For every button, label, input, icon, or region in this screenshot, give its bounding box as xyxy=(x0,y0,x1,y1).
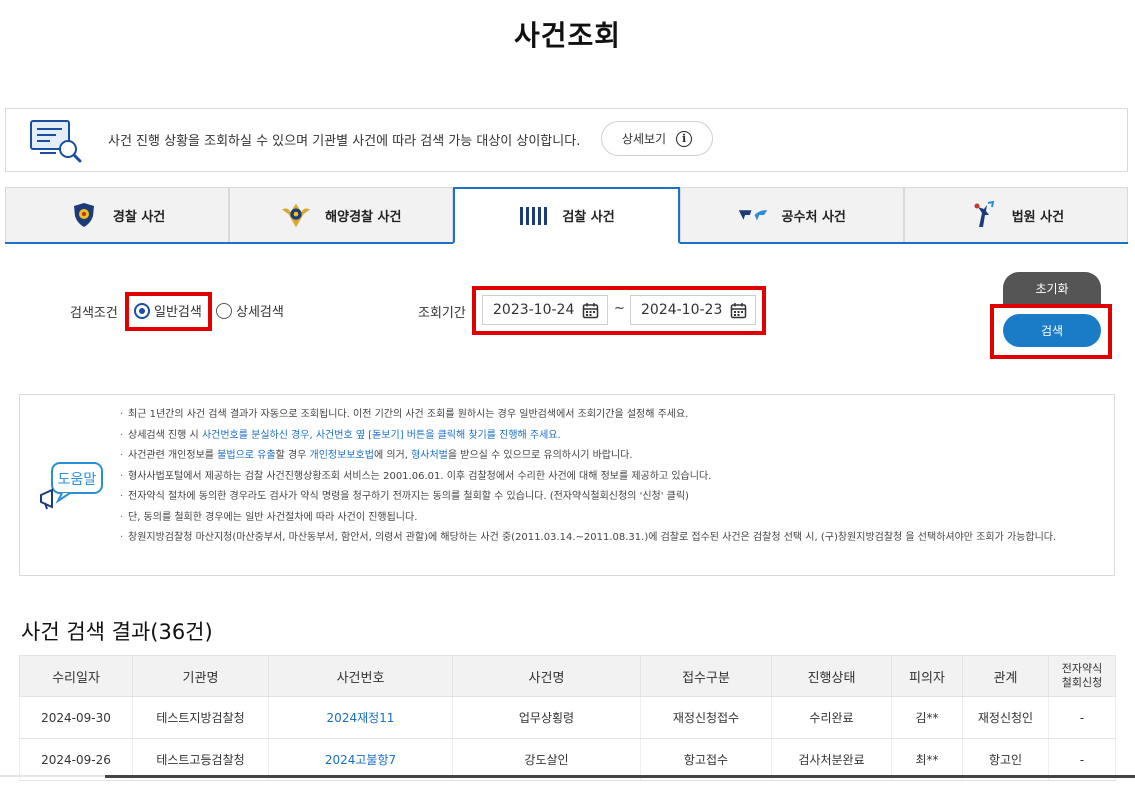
help-link[interactable]: 형사처벌 xyxy=(411,450,448,461)
table-cell: 테스트지방검찰청 xyxy=(132,696,269,739)
help-text: 창원지방검찰청 마산지청(마산중부서, 마산동부서, 함안서, 의령서 관할)에… xyxy=(128,532,1057,543)
column-header: 접수구분 xyxy=(640,655,772,697)
tab-label: 공수처 사건 xyxy=(781,209,846,225)
column-header: 피의자 xyxy=(891,655,963,697)
coast-guard-badge-icon xyxy=(281,200,311,230)
column-header: 사건번호 xyxy=(268,655,453,697)
table-cell: 업무상횡령 xyxy=(452,696,641,739)
info-box: 사건 진행 상황을 조회하실 수 있으며 기관별 사건에 따라 검색 가능 대상… xyxy=(5,108,1128,172)
help-megaphone-icon: 도움말 xyxy=(40,462,103,510)
help-item: 단, 동의를 철회한 경우에는 일반 사건절차에 따라 사건이 진행됩니다. xyxy=(120,511,1100,525)
results-header-row: 수리일자 기관명 사건번호 사건명 접수구분 진행상태 피의자 관계 전자약식 … xyxy=(19,655,1116,697)
help-list: 최근 1년간의 사건 검색 결과가 자동으로 조회됩니다. 이전 기간의 사건 … xyxy=(120,408,1100,552)
help-text: 에 의거, xyxy=(373,450,412,461)
detail-view-label: 상세보기 xyxy=(621,132,667,146)
info-icon: i xyxy=(676,130,693,147)
help-text: 상세검색 진행 시 xyxy=(128,429,202,441)
date-to-value: 2024-10-23 xyxy=(641,302,723,318)
help-icon-label: 도움말 xyxy=(58,472,97,488)
radio-detail-label: 상세검색 xyxy=(236,305,284,320)
table-cell: 재정신청접수 xyxy=(640,696,772,739)
help-text: 최근 1년간의 사건 검색 결과가 자동으로 조회됩니다. 이전 기간의 사건 … xyxy=(128,409,689,420)
table-cell: 수리완료 xyxy=(771,696,892,739)
date-range-tilde: ~ xyxy=(614,301,625,316)
agency-tabs: 경찰 사건 해양경찰 사건 검찰 사건 공수처 사건 법원 사건 xyxy=(5,187,1129,244)
radio-selected-icon[interactable] xyxy=(134,302,150,319)
table-row[interactable]: 2024-09-30 테스트지방검찰청 2024재정11 업무상횡령 재정신청접… xyxy=(19,696,1116,739)
help-link[interactable]: 불법으로 유출 xyxy=(217,450,275,461)
help-box: 도움말 최근 1년간의 사건 검색 결과가 자동으로 조회됩니다. 이전 기간의… xyxy=(19,394,1115,576)
column-header: 수리일자 xyxy=(19,655,133,697)
tab-prosecution[interactable]: 검찰 사건 xyxy=(453,187,680,244)
radio-unselected-icon[interactable] xyxy=(216,302,232,319)
column-header: 전자약식 철회신청 xyxy=(1048,655,1116,697)
search-form: 검색조건 일반검색 상세검색 조회기간 2023-10-24 ~ 2024-10… xyxy=(0,270,1135,360)
table-cell: 김** xyxy=(891,696,963,739)
help-text: 할 경우 xyxy=(275,450,310,461)
case-number-link[interactable]: 2024재정11 xyxy=(268,696,453,739)
radio-detail-search[interactable]: 상세검색 xyxy=(216,301,284,320)
tab-label: 경찰 사건 xyxy=(112,209,166,225)
date-to-input[interactable]: 2024-10-23 xyxy=(630,295,756,325)
tab-label: 해양경찰 사건 xyxy=(325,209,402,225)
cio-wings-icon xyxy=(738,200,768,230)
police-badge-icon xyxy=(69,200,99,230)
radio-general-search[interactable]: 일반검색 xyxy=(134,301,202,320)
help-text: 사건관련 개인정보를 xyxy=(128,450,218,461)
column-header: 기관명 xyxy=(132,655,269,697)
help-item: 최근 1년간의 사건 검색 결과가 자동으로 조회됩니다. 이전 기간의 사건 … xyxy=(120,408,1100,422)
tab-label: 검찰 사건 xyxy=(562,210,615,225)
date-from-value: 2023-10-24 xyxy=(493,302,575,318)
help-text: 단, 동의를 철회한 경우에는 일반 사건절차에 따라 사건이 진행됩니다. xyxy=(128,511,418,523)
case-search-icon xyxy=(30,120,82,163)
tab-label: 법원 사건 xyxy=(1011,209,1065,225)
prosecution-pillars-icon xyxy=(518,201,548,231)
tab-police[interactable]: 경찰 사건 xyxy=(5,187,230,242)
horizontal-scrollbar[interactable] xyxy=(105,775,1135,778)
calendar-icon[interactable] xyxy=(582,302,599,319)
help-text: 형사사법포털에서 제공하는 검찰 사건진행상황조회 서비스는 2001.06.0… xyxy=(128,470,712,482)
results-table: 수리일자 기관명 사건번호 사건명 접수구분 진행상태 피의자 관계 전자약식 … xyxy=(19,655,1116,781)
help-link[interactable]: 개인정보보호법 xyxy=(310,450,374,461)
help-text: 을 받으실 수 있으므로 유의하시기 바랍니다. xyxy=(447,450,633,461)
help-item: 창원지방검찰청 마산지청(마산중부서, 마산동부서, 함안서, 의령서 관할)에… xyxy=(120,531,1100,545)
tab-court[interactable]: 법원 사건 xyxy=(903,187,1129,242)
column-header: 사건명 xyxy=(452,655,641,697)
results-title: 사건 검색 결과(36건) xyxy=(21,620,213,644)
help-item: 형사사법포털에서 제공하는 검찰 사건진행상황조회 서비스는 2001.06.0… xyxy=(120,470,1100,484)
court-justice-icon xyxy=(968,200,998,230)
help-text: 전자약식 절차에 동의한 경우라도 검사가 약식 명령을 청구하기 전까지는 동… xyxy=(128,491,689,502)
radio-general-label: 일반검색 xyxy=(154,305,202,320)
column-header: 관계 xyxy=(962,655,1049,697)
detail-view-button[interactable]: 상세보기 i xyxy=(601,121,713,156)
page-title: 사건조회 xyxy=(513,19,622,52)
help-link[interactable]: 사건번호를 분실하신 경우, 사건번호 옆 [돋보기] 버튼을 클릭해 찾기를 … xyxy=(202,430,561,441)
date-from-input[interactable]: 2023-10-24 xyxy=(482,295,608,325)
tab-cio[interactable]: 공수처 사건 xyxy=(679,187,904,242)
reset-button[interactable]: 초기화 xyxy=(1003,272,1101,304)
calendar-icon[interactable] xyxy=(730,302,747,319)
table-cell: 재정신청인 xyxy=(962,696,1049,739)
tab-coast-guard[interactable]: 해양경찰 사건 xyxy=(229,187,454,242)
help-item: 전자약식 절차에 동의한 경우라도 검사가 약식 명령을 청구하기 전까지는 동… xyxy=(120,490,1100,504)
help-item: 상세검색 진행 시 사건번호를 분실하신 경우, 사건번호 옆 [돋보기] 버튼… xyxy=(120,429,1100,443)
table-cell: - xyxy=(1048,696,1116,739)
table-cell: 2024-09-30 xyxy=(19,696,133,739)
column-header: 진행상태 xyxy=(771,655,892,697)
search-condition-label: 검색조건 xyxy=(70,306,118,321)
search-period-label: 조회기간 xyxy=(418,306,466,321)
search-button[interactable]: 검색 xyxy=(1003,314,1101,347)
info-text: 사건 진행 상황을 조회하실 수 있으며 기관별 사건에 따라 검색 가능 대상… xyxy=(108,134,581,149)
help-item: 사건관련 개인정보를 불법으로 유출할 경우 개인정보보호법에 의거, 형사처벌… xyxy=(120,449,1100,463)
